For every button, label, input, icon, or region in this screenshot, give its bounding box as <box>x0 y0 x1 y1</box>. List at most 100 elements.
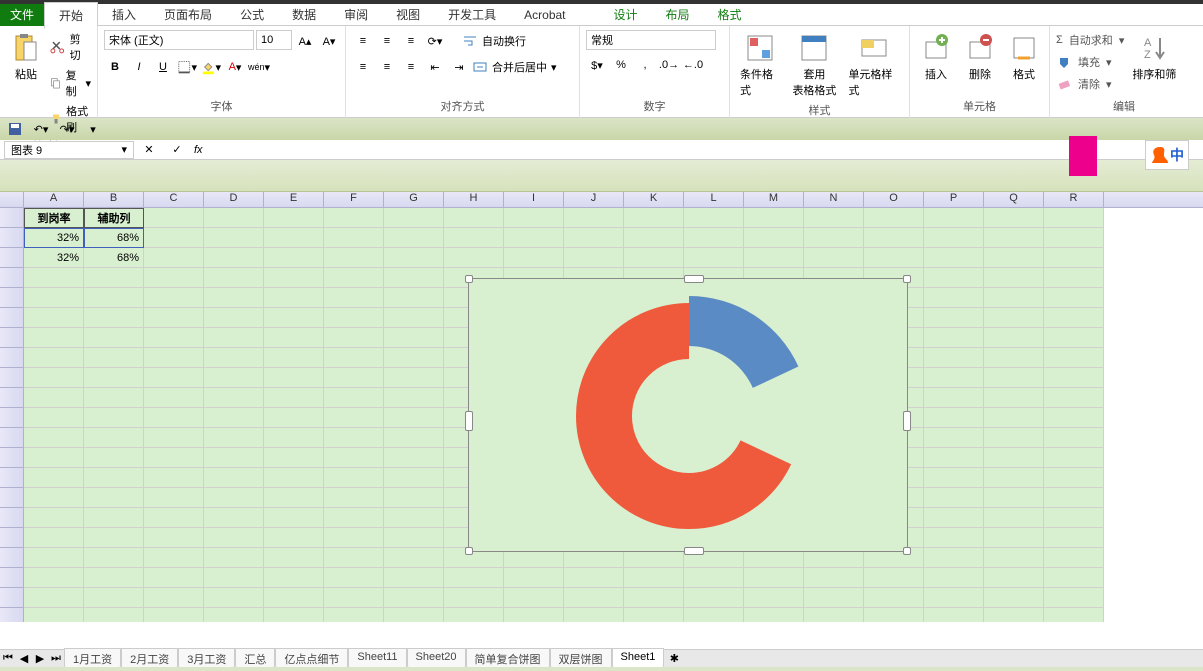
cell[interactable] <box>1044 608 1104 622</box>
cell[interactable] <box>984 568 1044 588</box>
row-header[interactable] <box>0 308 24 328</box>
cell[interactable] <box>24 268 84 288</box>
cell[interactable] <box>1044 488 1104 508</box>
number-format-select[interactable] <box>586 30 716 50</box>
cell[interactable] <box>984 428 1044 448</box>
cell[interactable] <box>264 408 324 428</box>
row-header[interactable] <box>0 248 24 268</box>
cell[interactable] <box>1044 208 1104 228</box>
cell[interactable] <box>24 428 84 448</box>
cell[interactable] <box>24 288 84 308</box>
sheet-tab[interactable]: 亿点点细节 <box>275 648 348 669</box>
cell[interactable] <box>864 248 924 268</box>
row-header[interactable] <box>0 268 24 288</box>
cell[interactable] <box>264 308 324 328</box>
cell[interactable] <box>84 328 144 348</box>
sheet-nav-last[interactable]: ⏭ <box>48 651 64 667</box>
cell[interactable] <box>1044 468 1104 488</box>
cell[interactable] <box>924 268 984 288</box>
percent-button[interactable]: % <box>610 54 632 76</box>
autosum-button[interactable]: Σ自动求和▾ <box>1056 30 1124 50</box>
cell[interactable] <box>264 488 324 508</box>
cell[interactable] <box>384 368 444 388</box>
cell[interactable] <box>324 568 384 588</box>
qat-save-button[interactable] <box>4 118 26 140</box>
cell[interactable] <box>204 508 264 528</box>
cell[interactable] <box>384 288 444 308</box>
cell[interactable] <box>1044 388 1104 408</box>
sheet-nav-first[interactable]: ⏮ <box>0 651 16 667</box>
cell[interactable] <box>504 568 564 588</box>
cell[interactable] <box>564 208 624 228</box>
cell[interactable] <box>324 548 384 568</box>
cell[interactable] <box>144 348 204 368</box>
cell[interactable] <box>324 488 384 508</box>
conditional-format-button[interactable]: 条件格式 <box>736 30 784 100</box>
merge-center-button[interactable]: 合并后居中▾ <box>472 56 557 78</box>
cell[interactable] <box>1044 288 1104 308</box>
cell[interactable] <box>984 408 1044 428</box>
row-header[interactable] <box>0 608 24 622</box>
cell[interactable] <box>984 328 1044 348</box>
cell[interactable] <box>924 228 984 248</box>
cell[interactable] <box>1044 448 1104 468</box>
name-box[interactable]: 图表 9▾ <box>4 141 134 159</box>
tab-acrobat[interactable]: Acrobat <box>510 4 579 26</box>
cell[interactable] <box>924 208 984 228</box>
sheet-tab[interactable]: 3月工资 <box>178 648 235 669</box>
cell[interactable] <box>264 208 324 228</box>
cell[interactable] <box>504 208 564 228</box>
fill-color-button[interactable]: ▾ <box>200 56 222 78</box>
cell[interactable] <box>684 588 744 608</box>
row-header[interactable] <box>0 488 24 508</box>
cell[interactable] <box>264 368 324 388</box>
align-bottom-button[interactable]: ≡ <box>400 30 422 52</box>
cell[interactable] <box>324 448 384 468</box>
cell[interactable] <box>144 268 204 288</box>
cell[interactable] <box>744 208 804 228</box>
ime-indicator[interactable]: 中 <box>1145 140 1189 170</box>
cell[interactable] <box>924 348 984 368</box>
currency-button[interactable]: $▾ <box>586 54 608 76</box>
formula-input[interactable] <box>209 141 1199 159</box>
cell[interactable] <box>24 368 84 388</box>
cell[interactable] <box>144 208 204 228</box>
cell[interactable] <box>204 568 264 588</box>
cell[interactable] <box>984 268 1044 288</box>
cell[interactable] <box>384 408 444 428</box>
cell[interactable] <box>264 548 324 568</box>
delete-cells-button[interactable]: 删除 <box>960 30 1000 84</box>
worksheet-grid[interactable]: 到岗率辅助列32%68%32%68% <box>0 208 1203 622</box>
cell[interactable] <box>324 588 384 608</box>
cell[interactable] <box>444 568 504 588</box>
copy-button[interactable]: 复制▾ <box>50 66 91 100</box>
cell[interactable] <box>264 348 324 368</box>
tab-chart-design[interactable]: 设计 <box>600 2 652 27</box>
cell[interactable] <box>804 228 864 248</box>
cell[interactable] <box>804 588 864 608</box>
cell[interactable] <box>264 568 324 588</box>
cell[interactable] <box>384 348 444 368</box>
cell[interactable] <box>324 208 384 228</box>
cell[interactable] <box>264 328 324 348</box>
inc-decimal-button[interactable]: .0→ <box>658 54 680 76</box>
cell[interactable] <box>684 248 744 268</box>
cell[interactable] <box>1044 408 1104 428</box>
indent-dec-button[interactable]: ⇤ <box>424 56 446 78</box>
cell[interactable] <box>144 588 204 608</box>
cell[interactable] <box>324 388 384 408</box>
cell[interactable] <box>204 428 264 448</box>
fx-icon[interactable]: fx <box>194 144 203 156</box>
cell[interactable] <box>24 568 84 588</box>
cell[interactable] <box>144 308 204 328</box>
cell[interactable] <box>924 388 984 408</box>
cell[interactable] <box>84 288 144 308</box>
sheet-nav-next[interactable]: ▶ <box>32 651 48 667</box>
cell[interactable] <box>204 528 264 548</box>
row-header[interactable] <box>0 408 24 428</box>
cell[interactable] <box>24 308 84 328</box>
cell[interactable] <box>324 228 384 248</box>
cell[interactable] <box>24 408 84 428</box>
cell[interactable] <box>24 488 84 508</box>
col-header-D[interactable]: D <box>204 192 264 207</box>
